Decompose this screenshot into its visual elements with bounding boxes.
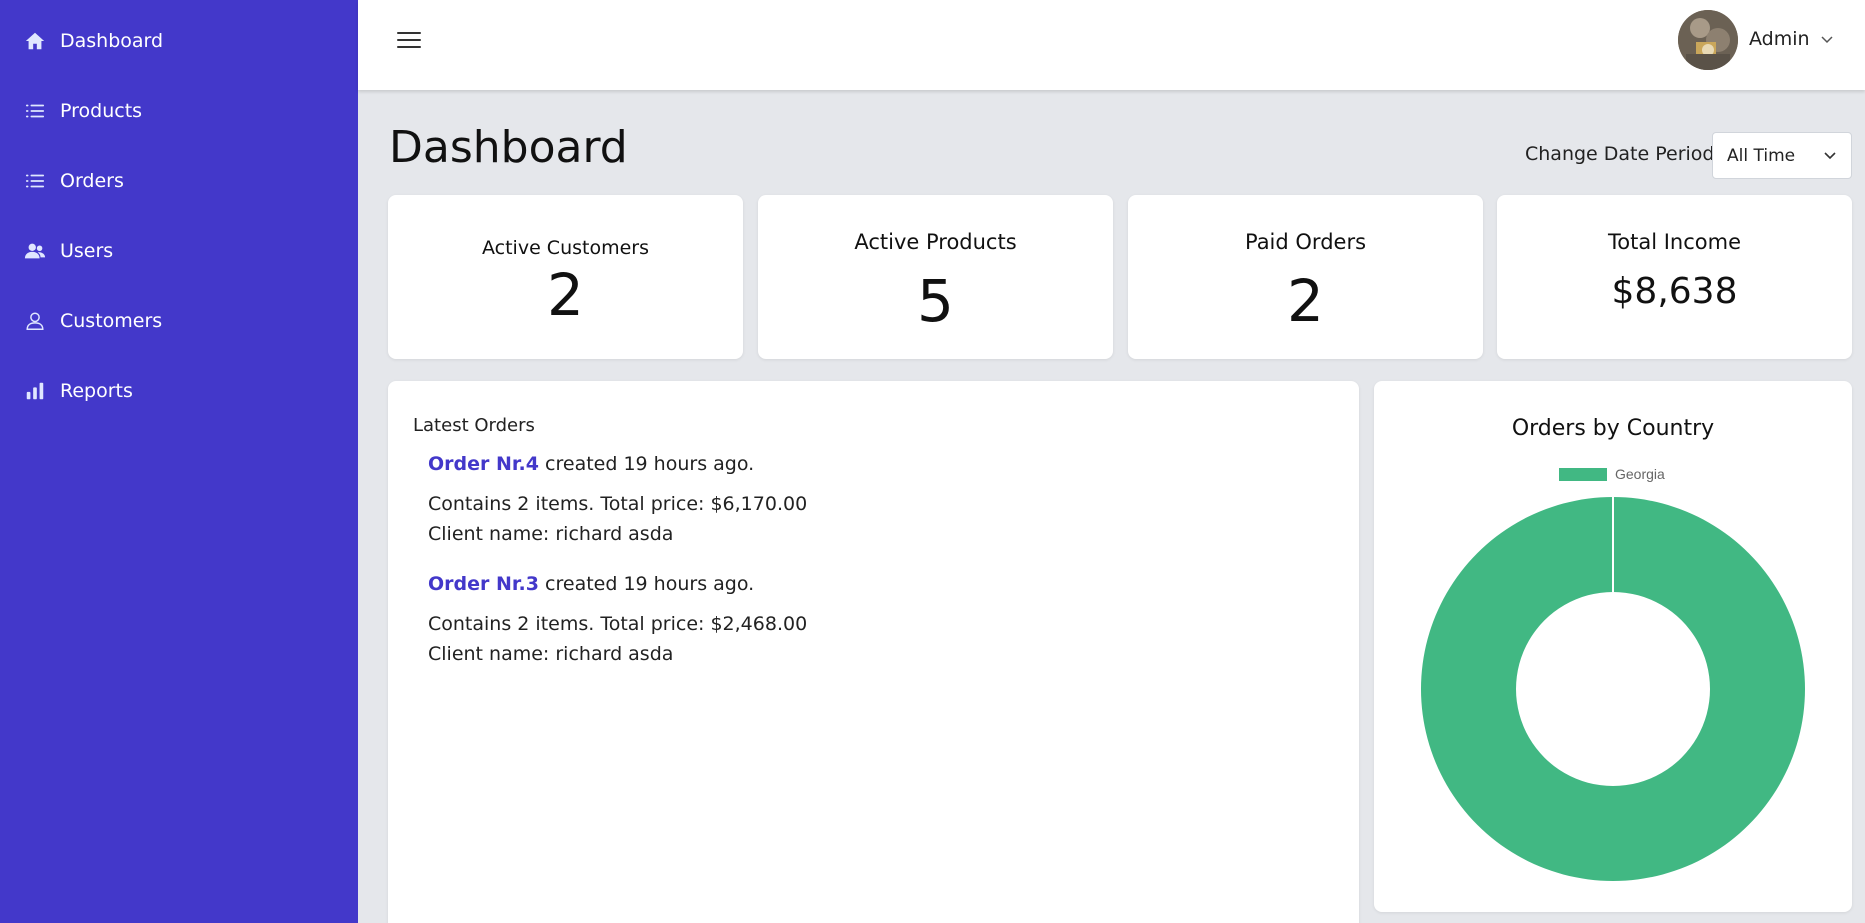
- order-link[interactable]: Order Nr.4: [428, 453, 539, 475]
- sidebar-item-label: Users: [60, 240, 114, 262]
- hamburger-icon[interactable]: [394, 28, 424, 52]
- sidebar-item-label: Customers: [60, 310, 163, 332]
- date-period-select[interactable]: All Time: [1712, 132, 1852, 179]
- stat-label: Active Products: [854, 230, 1017, 254]
- period-label: Change Date Period: [1525, 143, 1715, 165]
- users-icon: [24, 240, 46, 262]
- sidebar-item-customers[interactable]: Customers: [24, 306, 162, 336]
- orders-by-country-card: Orders by Country Georgia: [1374, 381, 1852, 912]
- order-summary: Contains 2 items. Total price: $6,170.00: [428, 493, 808, 515]
- sidebar-item-orders[interactable]: Orders: [24, 166, 124, 196]
- chevron-down-icon: [1823, 148, 1837, 162]
- stat-value: 2: [1287, 267, 1324, 335]
- stat-value: $8,638: [1611, 271, 1738, 312]
- user-icon: [24, 310, 46, 332]
- order-header: Order Nr.4 created 19 hours ago.: [428, 453, 754, 475]
- period-value: All Time: [1727, 145, 1796, 166]
- stat-value: 5: [917, 267, 954, 335]
- stat-label: Paid Orders: [1244, 230, 1367, 254]
- order-created: created 19 hours ago.: [545, 453, 755, 475]
- sidebar-item-reports[interactable]: Reports: [24, 376, 133, 406]
- stat-value: 2: [547, 261, 584, 329]
- donut-chart[interactable]: [1420, 496, 1806, 882]
- order-summary: Contains 2 items. Total price: $2,468.00: [428, 613, 808, 635]
- latest-orders-card: Latest Orders Order Nr.4 created 19 hour…: [388, 381, 1359, 923]
- chart-legend[interactable]: Georgia: [1559, 466, 1665, 482]
- sidebar-item-label: Orders: [60, 170, 124, 192]
- legend-label: Georgia: [1615, 466, 1665, 482]
- latest-orders-title: Latest Orders: [413, 415, 535, 436]
- list-icon: [24, 170, 46, 192]
- chevron-down-icon[interactable]: [1819, 32, 1835, 48]
- bar-chart-icon: [24, 380, 46, 402]
- list-item: Order Nr.4 created 19 hours ago. Contain…: [428, 453, 807, 545]
- list-item: Order Nr.3 created 19 hours ago. Contain…: [428, 573, 807, 665]
- order-link[interactable]: Order Nr.3: [428, 573, 539, 595]
- stat-card-active-customers: Active Customers 2: [388, 195, 743, 359]
- legend-swatch: [1559, 467, 1607, 481]
- order-created: created 19 hours ago.: [545, 573, 755, 595]
- top-bar: Admin: [358, 0, 1865, 90]
- user-name[interactable]: Admin: [1749, 28, 1810, 50]
- list-icon: [24, 100, 46, 122]
- stat-card-paid-orders: Paid Orders 2: [1128, 195, 1483, 359]
- sidebar-item-users[interactable]: Users: [24, 236, 113, 266]
- sidebar-item-label: Products: [60, 100, 143, 122]
- sidebar-item-products[interactable]: Products: [24, 96, 142, 126]
- sidebar-item-label: Reports: [60, 380, 133, 402]
- page-title: Dashboard: [389, 122, 628, 173]
- stat-card-active-products: Active Products 5: [758, 195, 1113, 359]
- order-client: Client name: richard asda: [428, 643, 674, 665]
- stat-card-total-income: Total Income $8,638: [1497, 195, 1852, 359]
- sidebar-item-dashboard[interactable]: Dashboard: [24, 26, 163, 56]
- order-client: Client name: richard asda: [428, 523, 674, 545]
- order-header: Order Nr.3 created 19 hours ago.: [428, 573, 754, 595]
- home-icon: [24, 30, 46, 52]
- stat-label: Active Customers: [481, 237, 649, 259]
- stat-label: Total Income: [1608, 230, 1741, 254]
- sidebar: Dashboard Products Orders Users Customer…: [0, 0, 358, 923]
- chart-title: Orders by Country: [1511, 416, 1715, 441]
- avatar[interactable]: [1678, 10, 1738, 70]
- sidebar-item-label: Dashboard: [60, 30, 164, 52]
